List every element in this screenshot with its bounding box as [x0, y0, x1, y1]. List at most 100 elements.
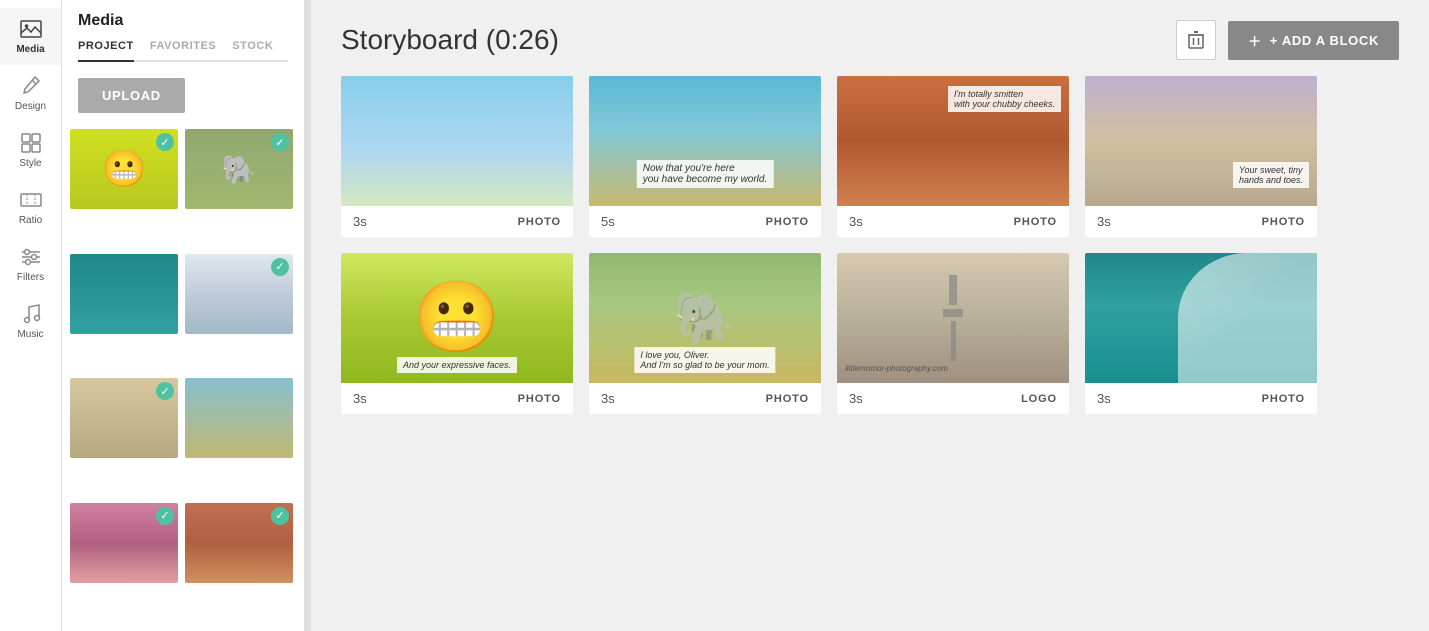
card-footer-6: 3s PHOTO: [589, 383, 821, 414]
storyboard-title: Storyboard (0:26): [341, 24, 559, 56]
image-icon: [20, 18, 42, 40]
media-label: Media: [16, 44, 44, 55]
card-image-5: 😬 And your expressive faces.: [341, 253, 573, 383]
main-content: Storyboard (0:26) ＋ + ADD A BLOCK: [311, 0, 1429, 631]
sidebar-item-filters[interactable]: Filters: [0, 236, 61, 293]
card-image-7: littlemomor-photography.com: [837, 253, 1069, 383]
card-type-4: PHOTO: [1262, 216, 1305, 228]
media-thumb-2[interactable]: 🐘 ✓: [185, 129, 293, 209]
card-footer-3: 3s PHOTO: [837, 206, 1069, 237]
media-thumb-4[interactable]: ✓: [185, 254, 293, 334]
card-type-5: PHOTO: [518, 393, 561, 405]
plus-icon: ＋: [1248, 31, 1262, 50]
card-type-7: LOGO: [1021, 393, 1057, 405]
card-overlay-3: I'm totally smittenwith your chubby chee…: [948, 86, 1061, 112]
storyboard-row-2: 😬 And your expressive faces. 3s PHOTO 🐘 …: [341, 253, 1399, 414]
design-label: Design: [15, 101, 46, 112]
sidebar-item-music[interactable]: Music: [0, 293, 61, 350]
icon-sidebar: Media Design Style: [0, 0, 62, 631]
card-overlay-5: And your expressive faces.: [397, 357, 517, 373]
storyboard-card-1[interactable]: 3s PHOTO: [341, 76, 573, 237]
storyboard-card-7[interactable]: littlemomor-photography.com 3s LOGO: [837, 253, 1069, 414]
card-image-6: 🐘 I love you, Oliver.And I'm so glad to …: [589, 253, 821, 383]
music-label: Music: [17, 329, 43, 340]
storyboard-grid: 3s PHOTO Now that you're hereyou have be…: [311, 76, 1429, 631]
storyboard-row-1: 3s PHOTO Now that you're hereyou have be…: [341, 76, 1399, 237]
media-check-1: ✓: [156, 133, 174, 151]
media-check-4: ✓: [271, 258, 289, 276]
upload-button[interactable]: UPLOAD: [78, 78, 185, 113]
grid-icon: [20, 132, 42, 154]
sidebar-item-media[interactable]: Media: [0, 8, 61, 65]
delete-button[interactable]: [1176, 20, 1216, 60]
filters-icon: [20, 246, 42, 268]
card-type-1: PHOTO: [518, 216, 561, 228]
ratio-label: Ratio: [19, 215, 42, 226]
card-footer-7: 3s LOGO: [837, 383, 1069, 414]
card-overlay-6: I love you, Oliver.And I'm so glad to be…: [634, 347, 775, 373]
card-overlay-2: Now that you're hereyou have become my w…: [637, 160, 774, 188]
music-icon: [20, 303, 42, 325]
media-check-8: ✓: [271, 507, 289, 525]
sidebar-item-style[interactable]: Style: [0, 122, 61, 179]
tab-favorites[interactable]: FAVORITES: [150, 40, 216, 60]
media-thumb-5[interactable]: ✓: [70, 378, 178, 458]
card-footer-2: 5s PHOTO: [589, 206, 821, 237]
storyboard-card-8[interactable]: 3s PHOTO: [1085, 253, 1317, 414]
storyboard-card-3[interactable]: I'm totally smittenwith your chubby chee…: [837, 76, 1069, 237]
media-thumb-1[interactable]: 😬 ✓: [70, 129, 178, 209]
card-image-8: [1085, 253, 1317, 383]
card-duration-2: 5s: [601, 214, 615, 229]
storyboard-card-5[interactable]: 😬 And your expressive faces. 3s PHOTO: [341, 253, 573, 414]
card-image-3: I'm totally smittenwith your chubby chee…: [837, 76, 1069, 206]
card-type-8: PHOTO: [1262, 393, 1305, 405]
media-grid: 😬 ✓ 🐘 ✓ ✓ ✓ ✓ ✓: [62, 129, 304, 631]
add-block-button[interactable]: ＋ + ADD A BLOCK: [1228, 21, 1399, 60]
upload-area: UPLOAD: [62, 62, 304, 129]
sidebar-item-ratio[interactable]: Ratio: [0, 179, 61, 236]
media-check-7: ✓: [156, 507, 174, 525]
card-footer-1: 3s PHOTO: [341, 206, 573, 237]
card-duration-6: 3s: [601, 391, 615, 406]
card-duration-3: 3s: [849, 214, 863, 229]
media-thumb-3[interactable]: [70, 254, 178, 334]
card-image-2: Now that you're hereyou have become my w…: [589, 76, 821, 206]
media-thumb-8[interactable]: ✓: [185, 503, 293, 583]
main-header: Storyboard (0:26) ＋ + ADD A BLOCK: [311, 0, 1429, 76]
card-duration-1: 3s: [353, 214, 367, 229]
card-footer-4: 3s PHOTO: [1085, 206, 1317, 237]
media-thumb-7[interactable]: ✓: [70, 503, 178, 583]
left-panel-header: Media PROJECT FAVORITES STOCK: [62, 0, 304, 62]
card-type-6: PHOTO: [766, 393, 809, 405]
card-duration-7: 3s: [849, 391, 863, 406]
card-image-4: Your sweet, tinyhands and toes.: [1085, 76, 1317, 206]
card-duration-4: 3s: [1097, 214, 1111, 229]
storyboard-card-6[interactable]: 🐘 I love you, Oliver.And I'm so glad to …: [589, 253, 821, 414]
media-check-2: ✓: [271, 133, 289, 151]
card-duration-8: 3s: [1097, 391, 1111, 406]
card-footer-8: 3s PHOTO: [1085, 383, 1317, 414]
header-actions: ＋ + ADD A BLOCK: [1176, 20, 1399, 60]
tabs-row: PROJECT FAVORITES STOCK: [78, 40, 288, 62]
card-type-2: PHOTO: [766, 216, 809, 228]
filters-label: Filters: [17, 272, 44, 283]
style-label: Style: [19, 158, 41, 169]
card-watermark-7: littlemomor-photography.com: [845, 364, 948, 373]
left-panel-title: Media: [78, 12, 288, 30]
tab-stock[interactable]: STOCK: [232, 40, 273, 60]
trash-icon: [1188, 31, 1204, 49]
storyboard-card-4[interactable]: Your sweet, tinyhands and toes. 3s PHOTO: [1085, 76, 1317, 237]
add-block-label: + ADD A BLOCK: [1270, 33, 1379, 48]
sidebar-item-design[interactable]: Design: [0, 65, 61, 122]
tab-project[interactable]: PROJECT: [78, 40, 134, 62]
card-footer-5: 3s PHOTO: [341, 383, 573, 414]
card-duration-5: 3s: [353, 391, 367, 406]
media-thumb-6[interactable]: [185, 378, 293, 458]
card-image-1: [341, 76, 573, 206]
ratio-icon: [20, 189, 42, 211]
brush-icon: [20, 75, 42, 97]
media-check-5: ✓: [156, 382, 174, 400]
storyboard-card-2[interactable]: Now that you're hereyou have become my w…: [589, 76, 821, 237]
card-type-3: PHOTO: [1014, 216, 1057, 228]
left-panel: Media PROJECT FAVORITES STOCK UPLOAD 😬 ✓…: [62, 0, 305, 631]
